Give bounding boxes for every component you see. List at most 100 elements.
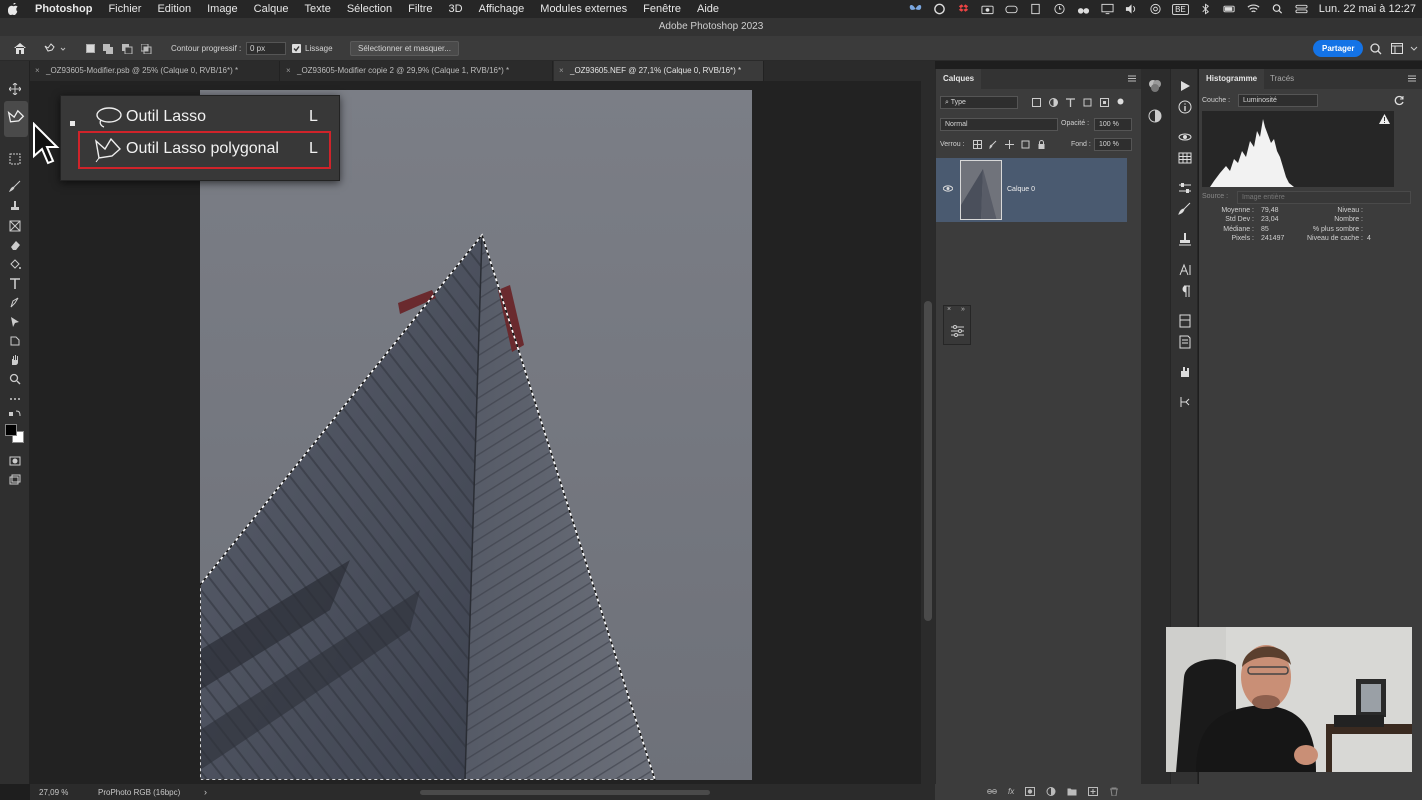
paragraph-button[interactable]	[1178, 284, 1192, 298]
screen-mode-button[interactable]	[6, 472, 24, 488]
opacity-input[interactable]: 100 %	[1094, 118, 1132, 131]
menu-fichier[interactable]: Fichier	[100, 3, 149, 15]
move-tool[interactable]	[6, 81, 24, 97]
adjustments-button[interactable]	[1148, 109, 1162, 123]
link-layers-icon[interactable]	[987, 787, 997, 796]
lock-paint-icon[interactable]	[989, 140, 998, 149]
new-group-icon[interactable]	[1067, 787, 1077, 796]
source-select[interactable]: Image entière	[1237, 191, 1411, 204]
subtract-from-selection-icon[interactable]	[122, 43, 133, 54]
channel-select[interactable]: Luminosité	[1238, 94, 1318, 107]
smoothing-checkbox-wrap[interactable]: Lissage	[292, 36, 333, 61]
stamp-tool[interactable]	[6, 198, 24, 214]
menu-fenetre[interactable]: Fenêtre	[635, 3, 689, 15]
more-tools-button[interactable]	[6, 391, 24, 407]
filter-toggle-icon[interactable]	[1117, 98, 1124, 105]
refresh-icon[interactable]	[1394, 95, 1405, 106]
tool-preset-picker[interactable]	[44, 36, 66, 61]
horizontal-scrollbar[interactable]	[420, 790, 710, 795]
brush-tool[interactable]	[6, 178, 24, 194]
apple-icon[interactable]	[0, 3, 27, 15]
zoom-tool[interactable]	[6, 371, 24, 387]
keyboard-layout-badge[interactable]: BE	[1172, 3, 1189, 15]
history-button[interactable]	[1178, 395, 1192, 409]
frame-tool[interactable]	[6, 218, 24, 234]
butterfly-icon[interactable]	[908, 3, 922, 15]
lock-all-icon[interactable]	[1037, 140, 1046, 149]
close-icon[interactable]: ×	[35, 61, 40, 81]
spotlight-search-icon[interactable]	[1271, 3, 1285, 15]
menu-modules-externes[interactable]: Modules externes	[532, 3, 635, 15]
character-button[interactable]	[1178, 263, 1192, 277]
glyphs-button[interactable]	[1178, 314, 1192, 328]
gamepad-icon[interactable]	[1004, 3, 1018, 15]
swap-colors-button[interactable]	[6, 409, 24, 419]
color-button[interactable]	[1148, 79, 1162, 93]
menu-app-name[interactable]: Photoshop	[27, 3, 100, 15]
eraser-tool[interactable]	[6, 237, 24, 253]
wifi-icon[interactable]	[1247, 3, 1261, 15]
menu-item-lasso[interactable]: Outil Lasso L	[61, 103, 341, 131]
more-options-button[interactable]	[1410, 36, 1418, 61]
notes-button[interactable]	[1178, 335, 1192, 349]
menu-calque[interactable]: Calque	[246, 3, 297, 15]
hand-tool[interactable]	[6, 352, 24, 368]
type-tool[interactable]	[6, 276, 24, 292]
volume-icon[interactable]	[1124, 3, 1138, 15]
clipboard-icon[interactable]	[1028, 3, 1042, 15]
zoom-level[interactable]: 27,09 %	[39, 788, 68, 797]
status-menu-chevron-icon[interactable]: ›	[204, 787, 207, 797]
path-selection-tool[interactable]	[6, 314, 24, 330]
layer-filter-select[interactable]: ⌕ Type	[940, 96, 1018, 109]
table-button[interactable]	[1178, 151, 1192, 165]
menu-affichage[interactable]: Affichage	[471, 3, 533, 15]
vertical-scrollbar[interactable]	[921, 61, 935, 784]
new-adjustment-icon[interactable]	[1046, 787, 1056, 796]
layer-name[interactable]: Calque 0	[1007, 186, 1035, 193]
layer-row[interactable]: Calque 0	[936, 158, 1127, 222]
type-filter-icon[interactable]	[1066, 98, 1075, 107]
menu-3d[interactable]: 3D	[441, 3, 471, 15]
control-center-icon[interactable]	[1295, 3, 1309, 15]
datetime[interactable]: Lun. 22 mai à 12:27	[1319, 3, 1416, 15]
bluetooth-icon[interactable]	[1199, 3, 1213, 15]
shape-filter-icon[interactable]	[1083, 98, 1092, 107]
menu-aide[interactable]: Aide	[689, 3, 727, 15]
close-icon[interactable]: ×	[559, 61, 564, 81]
creative-cloud-icon[interactable]	[932, 3, 946, 15]
smart-object-filter-icon[interactable]	[1100, 98, 1109, 107]
binoculars-icon[interactable]	[1076, 3, 1090, 15]
document-tab-1[interactable]: × _OZ93605-Modifier.psb @ 25% (Calque 0,…	[30, 61, 280, 81]
document-tab-3[interactable]: × _OZ93605.NEF @ 27,1% (Calque 0, RVB/16…	[554, 61, 764, 81]
menu-filtre[interactable]: Filtre	[400, 3, 440, 15]
blend-mode-select[interactable]: Normal	[940, 118, 1058, 131]
image-filter-icon[interactable]	[1032, 98, 1041, 107]
layer-style-fx-icon[interactable]: fx	[1008, 787, 1014, 796]
timeline-button[interactable]	[1178, 365, 1192, 379]
document-tab-2[interactable]: × _OZ93605-Modifier copie 2 @ 29,9% (Cal…	[281, 61, 553, 81]
close-icon[interactable]: ×	[947, 306, 951, 313]
fill-tool[interactable]	[6, 257, 24, 273]
lock-pixels-icon[interactable]	[973, 140, 982, 149]
delete-layer-icon[interactable]	[1109, 787, 1119, 796]
pen-tool[interactable]	[6, 295, 24, 311]
actions-button[interactable]	[1178, 79, 1192, 93]
layer-thumbnail[interactable]	[960, 160, 1002, 220]
new-selection-icon[interactable]	[86, 44, 95, 53]
fill-input[interactable]: 100 %	[1094, 138, 1132, 151]
brush-settings-button[interactable]	[1178, 181, 1192, 195]
airplay-icon[interactable]	[1148, 3, 1162, 15]
color-swatches[interactable]	[4, 423, 26, 445]
feather-input[interactable]: 0 px	[246, 42, 286, 55]
scroll-thumb[interactable]	[924, 301, 932, 621]
share-button[interactable]: Partager	[1313, 40, 1364, 57]
select-and-mask-button[interactable]: Sélectionner et masquer...	[350, 41, 459, 56]
brushes-button[interactable]	[1178, 202, 1192, 216]
workspace-button[interactable]	[1391, 36, 1403, 61]
dropbox-icon[interactable]	[956, 3, 970, 15]
menu-edition[interactable]: Edition	[149, 3, 199, 15]
add-mask-icon[interactable]	[1025, 787, 1036, 796]
3d-button[interactable]	[1178, 130, 1192, 144]
display-icon[interactable]	[1100, 3, 1114, 15]
adjustments-icon[interactable]	[951, 325, 964, 337]
